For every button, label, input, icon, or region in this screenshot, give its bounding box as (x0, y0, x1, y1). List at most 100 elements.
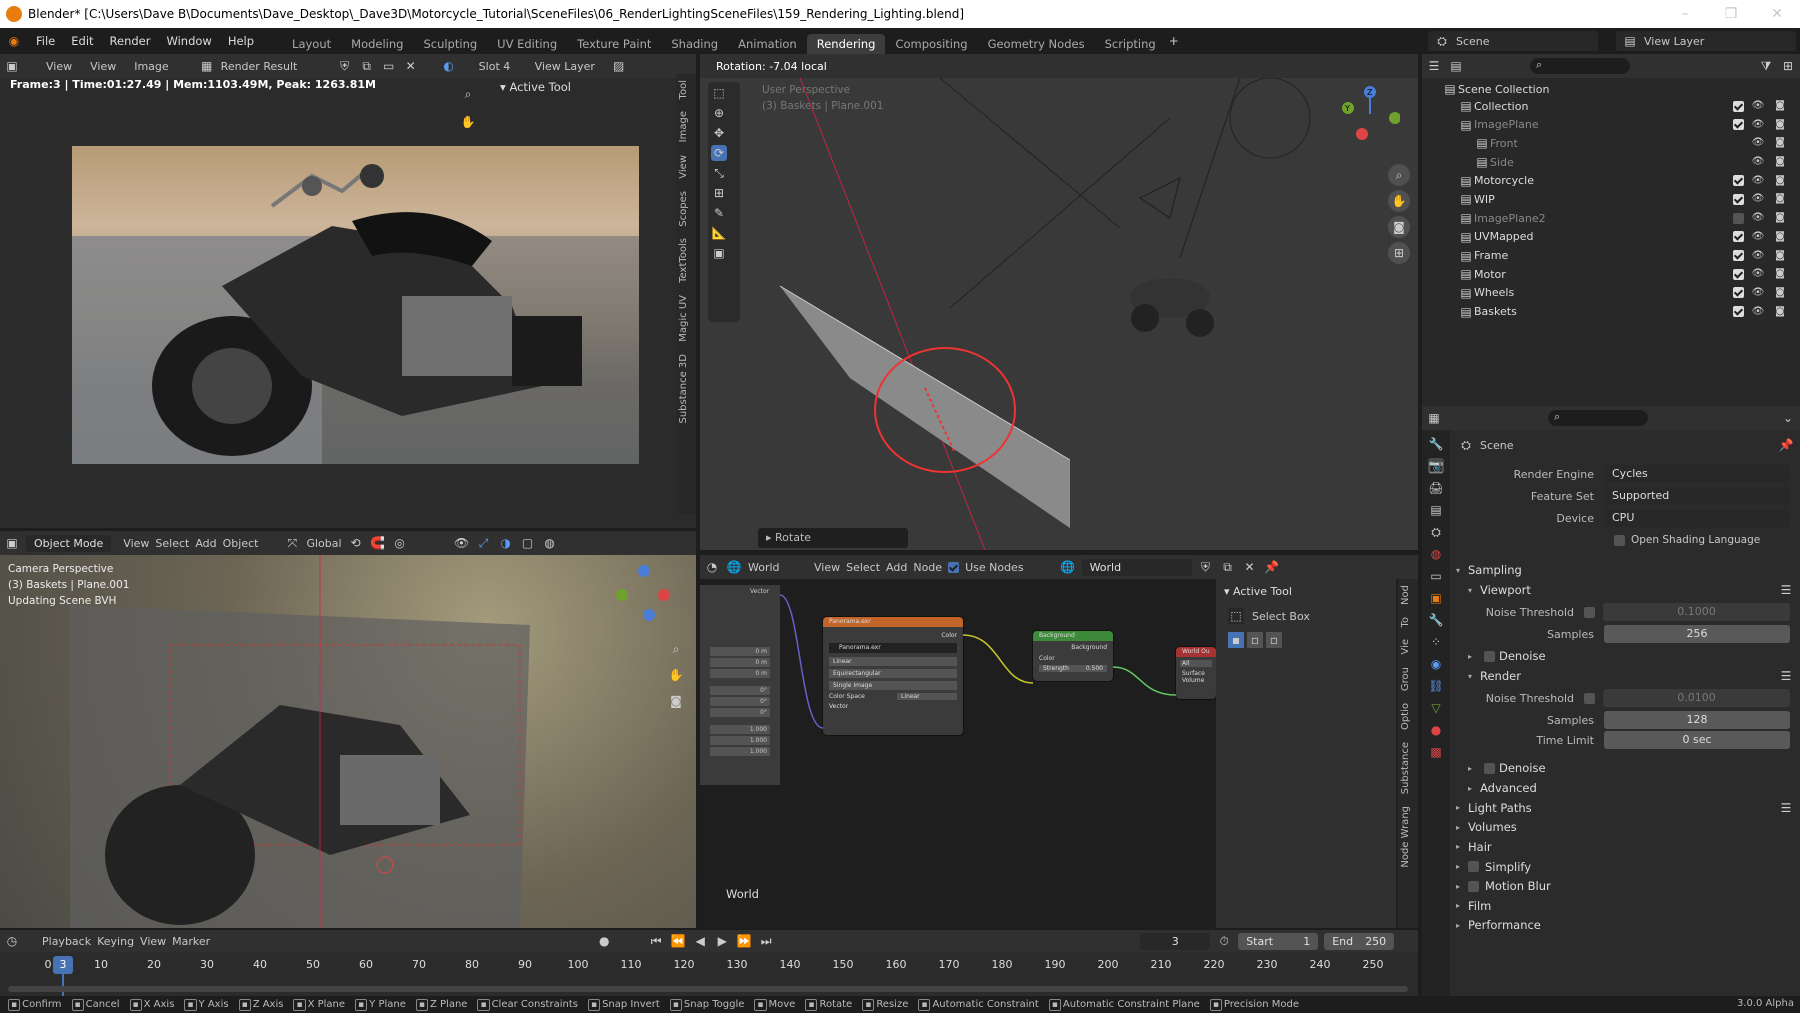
end-frame-field[interactable]: End 250 (1324, 932, 1395, 950)
r-denoise-section[interactable]: ▸ Denoise (1454, 758, 1800, 778)
pivot-icon[interactable]: ⟲ (348, 535, 364, 551)
editor-type-icon[interactable]: ▣ (4, 58, 20, 74)
object-menu[interactable]: Object (223, 537, 259, 550)
editor-type-icon[interactable]: ▦ (1426, 410, 1442, 426)
workspace-tab-scripting[interactable]: Scripting (1095, 34, 1166, 54)
outliner-row-baskets[interactable]: ▤ Baskets 👁 ◙ (1422, 302, 1800, 321)
image-tab-texttools[interactable]: TextTools (676, 232, 696, 289)
camera-icon[interactable]: ◙ (668, 693, 684, 709)
image-name-field[interactable]: Render Result (221, 60, 331, 73)
r-samples-value[interactable]: 128 (1604, 711, 1790, 729)
section-simplify[interactable]: ▸ Simplify (1454, 857, 1800, 877)
scopes-icon[interactable]: ▨ (611, 58, 627, 74)
render-camera-icon[interactable]: ◙ (1772, 154, 1788, 170)
vp-samples-value[interactable]: 256 (1604, 625, 1790, 643)
playhead[interactable]: 3 (53, 956, 73, 974)
new-collection-icon[interactable]: ⊞ (1780, 58, 1796, 74)
image-tab-scopes[interactable]: Scopes (676, 185, 696, 233)
node-tab-substance[interactable]: Substance (1398, 736, 1418, 800)
workspace-tab-uv-editing[interactable]: UV Editing (487, 34, 567, 54)
image-tab-substance-3d[interactable]: Substance 3D (676, 348, 696, 430)
zoom-icon[interactable]: ⌕ (1388, 164, 1410, 186)
proportional-icon[interactable]: ◎ (392, 535, 408, 551)
object-mode-dropdown[interactable]: Object Mode (26, 534, 112, 552)
mode-extend-icon[interactable]: ▫ (1247, 632, 1263, 648)
texture-tab-icon[interactable]: ▩ (1428, 744, 1444, 760)
duplicate-icon[interactable]: ⧉ (1220, 559, 1236, 575)
workspace-tab-layout[interactable]: Layout (282, 34, 341, 54)
camera-icon[interactable]: ◙ (1388, 216, 1410, 238)
close-image-icon[interactable]: ✕ (403, 58, 419, 74)
outliner-row-motor[interactable]: ▤ Motor 👁 ◙ (1422, 265, 1800, 284)
folder-icon[interactable]: ▭ (381, 58, 397, 74)
minimize-icon[interactable]: – (1662, 0, 1708, 28)
scene-selector[interactable]: ⛭ Scene (1428, 31, 1598, 51)
vp-denoise-checkbox[interactable] (1484, 650, 1495, 662)
render-camera-icon[interactable]: ◙ (1772, 98, 1788, 114)
playback-menu[interactable]: Playback (42, 935, 91, 948)
exclude-checkbox[interactable] (1733, 268, 1744, 280)
duplicate-icon[interactable]: ⧉ (359, 58, 375, 74)
filter-icon[interactable]: ⧩ (1758, 58, 1774, 74)
section-light-paths[interactable]: ▸ Light Paths ☰ (1454, 798, 1800, 818)
sampling-section[interactable]: ▾ Sampling (1454, 560, 1800, 580)
close-icon[interactable]: ✕ (1242, 559, 1258, 575)
outliner-row-frame[interactable]: ▤ Frame 👁 ◙ (1422, 246, 1800, 265)
view-menu-2[interactable]: View (90, 60, 116, 73)
r-noise-value[interactable]: 0.0100 (1603, 689, 1790, 707)
overlay-icon[interactable]: ◑ (498, 535, 514, 551)
mode-subtract-icon[interactable]: ▫ (1266, 632, 1282, 648)
output-tab-icon[interactable]: 🖨 (1428, 480, 1444, 496)
feature-set-dropdown[interactable]: Supported (1604, 487, 1790, 505)
eye-icon[interactable]: 👁 (1750, 248, 1766, 264)
material-tab-icon[interactable]: ● (1428, 722, 1444, 738)
viewport-subsection[interactable]: ▾ Viewport ☰ (1454, 580, 1800, 600)
world-tab-icon[interactable]: ◍ (1428, 546, 1444, 562)
gizmo-navigation-bottom[interactable] (614, 561, 674, 621)
image-menu[interactable]: Image (134, 60, 168, 73)
section-performance[interactable]: ▸ Performance (1454, 916, 1800, 936)
eye-icon[interactable]: 👁 (1750, 191, 1766, 207)
menu-file[interactable]: File (28, 34, 63, 48)
add-menu[interactable]: Add (195, 537, 216, 550)
rotate-operator-panel[interactable]: ▸ Rotate (758, 528, 908, 548)
list-icon[interactable]: ☰ (1778, 582, 1794, 598)
outliner-row-imageplane[interactable]: ▤ ImagePlane 👁 ◙ (1422, 115, 1800, 134)
pin-icon[interactable]: 📌 (1264, 559, 1280, 575)
xray-icon[interactable]: ▢ (520, 535, 536, 551)
pin-icon[interactable]: 📌 (1778, 437, 1794, 453)
pan-hand-icon[interactable]: ✋ (1388, 190, 1410, 212)
properties-search[interactable]: ⌕ (1548, 410, 1648, 426)
pan-hand-icon[interactable]: ✋ (668, 667, 684, 683)
add-workspace-icon[interactable]: + (1166, 33, 1182, 49)
close-icon[interactable]: ✕ (1754, 0, 1800, 28)
view-layer-tab-icon[interactable]: ▤ (1428, 502, 1444, 518)
workspace-tab-geometry-nodes[interactable]: Geometry Nodes (978, 34, 1095, 54)
node-tab-vie[interactable]: Vie (1398, 633, 1418, 661)
editor-type-icon[interactable]: ▣ (4, 535, 20, 551)
render-camera-icon[interactable]: ◙ (1772, 191, 1788, 207)
render-camera-icon[interactable]: ◙ (1772, 304, 1788, 320)
image-tab-tool[interactable]: Tool (676, 74, 696, 105)
record-icon[interactable]: ● (596, 933, 612, 949)
section-hair[interactable]: ▸ Hair (1454, 837, 1800, 857)
eye-icon[interactable]: 👁 (1750, 98, 1766, 114)
osl-checkbox[interactable] (1614, 534, 1625, 546)
start-frame-field[interactable]: Start 1 (1238, 932, 1319, 950)
vp-noise-checkbox[interactable] (1584, 606, 1595, 618)
outliner-row-uvmapped[interactable]: ▤ UVMapped 👁 ◙ (1422, 228, 1800, 247)
node-tab-nod[interactable]: Nod (1398, 579, 1418, 611)
view-menu[interactable]: View (123, 537, 149, 550)
tool-tab-icon[interactable]: 🔧 (1428, 436, 1444, 452)
timeline-scrollbar[interactable] (8, 986, 1408, 992)
play-icon[interactable]: ▶ (714, 933, 730, 949)
section-checkbox[interactable] (1468, 880, 1479, 892)
zoom-icon[interactable]: ⌕ (668, 641, 684, 657)
particles-tab-icon[interactable]: ⁘ (1428, 634, 1444, 650)
outliner-row-wheels[interactable]: ▤ Wheels 👁 ◙ (1422, 284, 1800, 303)
exclude-checkbox[interactable] (1733, 306, 1744, 318)
workspace-tab-compositing[interactable]: Compositing (885, 34, 977, 54)
outliner-row-motorcycle[interactable]: ▤ Motorcycle 👁 ◙ (1422, 171, 1800, 190)
preview-range-icon[interactable]: ⏱ (1216, 933, 1232, 949)
marker-menu[interactable]: Marker (172, 935, 210, 948)
